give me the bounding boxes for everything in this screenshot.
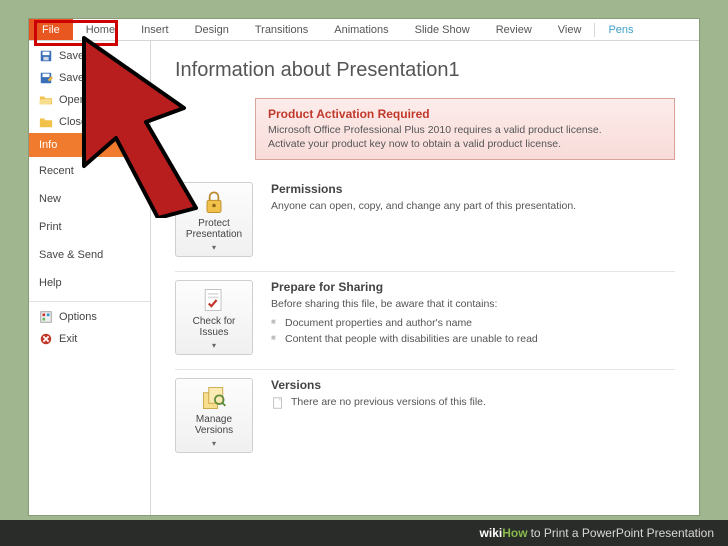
sidebar-label: Save As [59, 72, 99, 84]
ribbon-tab-review[interactable]: Review [483, 19, 545, 40]
app-frame: File Home Insert Design Transitions Anim… [28, 18, 700, 516]
check-issues-button-wrap: Check for Issues ▾ [175, 280, 253, 355]
watermark-wiki: wiki [480, 526, 503, 540]
save-as-icon [39, 71, 53, 85]
versions-text: There are no previous versions of this f… [291, 395, 486, 410]
exit-icon [39, 332, 53, 346]
document-icon [271, 396, 285, 410]
save-icon [39, 49, 53, 63]
manage-versions-button-wrap: Manage Versions ▾ [175, 378, 253, 453]
check-issues-button[interactable]: Check for Issues ▾ [175, 280, 253, 355]
sidebar-item-saveas[interactable]: Save As [29, 67, 150, 89]
versions-section: Manage Versions ▾ Versions There are no … [175, 370, 675, 467]
sidebar-label: Save & Send [39, 249, 103, 261]
chevron-down-icon: ▾ [212, 341, 216, 350]
sidebar-item-savesend[interactable]: Save & Send [29, 241, 150, 269]
ribbon-tab-slideshow[interactable]: Slide Show [402, 19, 483, 40]
open-folder-icon [39, 93, 53, 107]
sidebar-item-recent[interactable]: Recent [29, 157, 150, 185]
sidebar-item-save[interactable]: Save [29, 45, 150, 67]
watermark-how: How [502, 526, 527, 540]
watermark-bar: wikiHow to Print a PowerPoint Presentati… [0, 520, 728, 546]
permissions-title: Permissions [271, 182, 675, 196]
sidebar-item-new[interactable]: New [29, 185, 150, 213]
versions-icon [200, 385, 228, 411]
ribbon-tab-view[interactable]: View [545, 19, 595, 40]
options-icon [39, 310, 53, 324]
chevron-down-icon: ▾ [212, 243, 216, 252]
sidebar-item-help[interactable]: Help [29, 269, 150, 297]
sidebar-label: New [39, 193, 61, 205]
list-item: Document properties and author's name [271, 316, 675, 332]
prepare-title: Prepare for Sharing [271, 280, 675, 294]
sidebar-label: Recent [39, 165, 74, 177]
sidebar-label: Print [39, 221, 62, 233]
list-item: Content that people with disabilities ar… [271, 332, 675, 348]
prepare-text: Before sharing this file, be aware that … [271, 297, 675, 312]
ribbon-tab-insert[interactable]: Insert [128, 19, 182, 40]
sidebar-label: Help [39, 277, 62, 289]
sidebar-label: Options [59, 311, 97, 323]
sidebar-label: Save [59, 50, 84, 62]
protect-presentation-button-wrap: Protect Presentation ▾ [175, 182, 253, 257]
protect-presentation-button[interactable]: Protect Presentation ▾ [175, 182, 253, 257]
manage-versions-button[interactable]: Manage Versions ▾ [175, 378, 253, 453]
activation-title: Product Activation Required [268, 107, 662, 121]
sidebar-label: Close [59, 116, 87, 128]
backstage-content: Information about Presentation1 Product … [151, 41, 699, 515]
button-label: Manage Versions [180, 414, 248, 436]
close-folder-icon [39, 115, 53, 129]
sidebar-label: Open [59, 94, 86, 106]
sidebar-item-exit[interactable]: Exit [29, 328, 150, 350]
activation-text: Microsoft Office Professional Plus 2010 … [268, 123, 662, 151]
sidebar-item-info[interactable]: Info [29, 133, 150, 157]
permissions-text: Anyone can open, copy, and change any pa… [271, 199, 675, 214]
activation-banner: Product Activation Required Microsoft Of… [255, 98, 675, 160]
prepare-section: Check for Issues ▾ Prepare for Sharing B… [175, 272, 675, 370]
backstage-sidebar: Save Save As Open Close [29, 41, 151, 515]
ribbon-tab-file[interactable]: File [29, 19, 73, 40]
sidebar-item-close[interactable]: Close [29, 111, 150, 133]
checklist-icon [200, 287, 228, 313]
sidebar-divider [29, 301, 150, 302]
versions-title: Versions [271, 378, 675, 392]
button-label: Protect Presentation [180, 218, 248, 240]
ribbon-tab-design[interactable]: Design [182, 19, 242, 40]
ribbon-tab-home[interactable]: Home [73, 19, 128, 40]
page-title: Information about Presentation1 [175, 59, 675, 82]
main-split: Save Save As Open Close [29, 41, 699, 515]
sidebar-item-open[interactable]: Open [29, 89, 150, 111]
button-label: Check for Issues [180, 316, 248, 338]
prepare-list: Document properties and author's name Co… [271, 316, 675, 348]
ribbon-tabs: File Home Insert Design Transitions Anim… [29, 19, 699, 41]
ribbon-tab-animations[interactable]: Animations [321, 19, 401, 40]
ribbon-tab-pens[interactable]: Pens [595, 19, 646, 40]
sidebar-item-options[interactable]: Options [29, 306, 150, 328]
sidebar-label: Info [39, 139, 57, 151]
permissions-section: Protect Presentation ▾ Permissions Anyon… [175, 174, 675, 272]
watermark-text: to Print a PowerPoint Presentation [531, 526, 714, 540]
ribbon-tab-transitions[interactable]: Transitions [242, 19, 321, 40]
chevron-down-icon: ▾ [212, 439, 216, 448]
lock-icon [200, 189, 228, 215]
sidebar-item-print[interactable]: Print [29, 213, 150, 241]
sidebar-label: Exit [59, 333, 77, 345]
